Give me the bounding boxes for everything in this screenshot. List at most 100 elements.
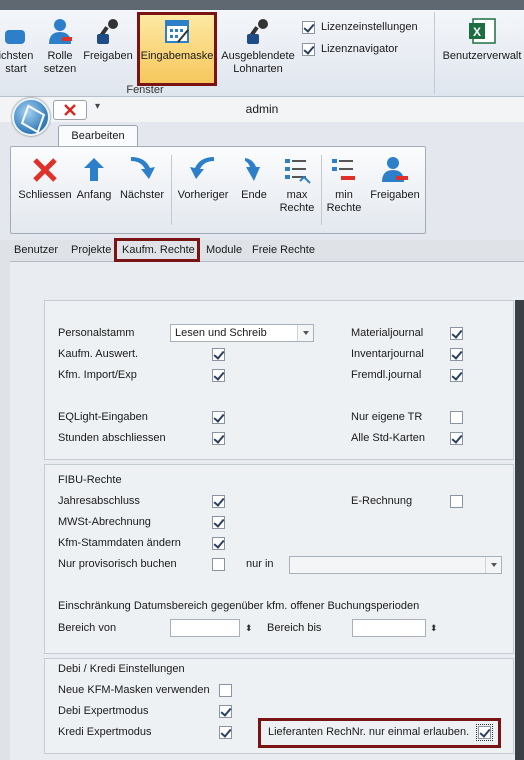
alle-std-karten-checkbox[interactable]	[450, 432, 463, 445]
materialjournal-checkbox[interactable]	[450, 327, 463, 340]
tab-module[interactable]: Module	[206, 244, 242, 256]
inventarjournal-label: Inventarjournal	[351, 348, 424, 360]
anfang-button[interactable]: Anfang	[73, 155, 115, 225]
e-rechnung-checkbox[interactable]	[450, 495, 463, 508]
lieferanten-rechnr-checkbox[interactable]	[476, 724, 493, 741]
debi-expertmodus-checkbox[interactable]	[219, 705, 232, 718]
nur-eigene-tr-checkbox[interactable]	[450, 411, 463, 424]
tab-bearbeiten[interactable]: Bearbeiten	[58, 125, 138, 147]
bereich-bis-spinner-icon[interactable]: ⬍	[430, 621, 438, 635]
lizenz-checks: Lizenzeinstellungen Lizenznavigator	[302, 16, 432, 60]
button-label: Ende	[241, 189, 267, 201]
neue-kfm-masken-checkbox[interactable]	[219, 684, 232, 697]
stunden-abschliessen-label: Stunden abschliessen	[58, 432, 166, 444]
freigaben-button[interactable]: Freigaben	[367, 155, 423, 225]
stunden-abschliessen-checkbox[interactable]	[212, 432, 225, 445]
nur-in-label: nur in	[246, 558, 274, 570]
button-label: Schliessen	[18, 189, 72, 201]
quick-access-dropdown-icon[interactable]: ▾	[95, 101, 100, 112]
excel-icon: X	[467, 16, 497, 46]
vorheriger-button[interactable]: Vorheriger	[173, 155, 233, 225]
kaufm-auswert-label: Kaufm. Auswert.	[58, 348, 139, 360]
chevron-down-icon[interactable]	[485, 557, 501, 573]
freigaben-top-button[interactable]: Freigaben	[82, 16, 134, 84]
button-label: max Rechte	[279, 189, 315, 214]
eqlight-eingaben-label: EQLight-Eingaben	[58, 411, 148, 423]
lizenzeinstellungen-check-row[interactable]: Lizenzeinstellungen	[302, 16, 432, 38]
nur-provisorisch-checkbox[interactable]	[212, 558, 225, 571]
inner-ribbon: Schliessen Anfang Nächster Vorheriger En…	[10, 146, 426, 234]
kaufm-auswert-checkbox[interactable]	[212, 348, 225, 361]
button-label: min Rechte	[326, 189, 362, 214]
naechster-button[interactable]: Nächster	[117, 155, 167, 225]
button-label: Nächster	[119, 189, 165, 201]
kredi-expertmodus-label: Kredi Expertmodus	[58, 726, 152, 738]
app-logo-icon[interactable]	[12, 98, 50, 136]
ende-button[interactable]: Ende	[235, 155, 273, 225]
fibu-title: FIBU-Rechte	[58, 474, 122, 486]
debi-expertmodus-label: Debi Expertmodus	[58, 705, 149, 717]
min-rechte-button[interactable]: min Rechte	[323, 155, 365, 225]
max-rechte-button[interactable]: max Rechte	[277, 155, 317, 225]
debi-kredi-title: Debi / Kredi Einstellungen	[58, 663, 185, 675]
lizenznavigator-checkbox[interactable]	[302, 42, 315, 56]
lizenzeinstellungen-checkbox[interactable]	[302, 20, 315, 34]
inventarjournal-checkbox[interactable]	[450, 348, 463, 361]
jahresabschluss-checkbox[interactable]	[212, 495, 225, 508]
group-label-fenster: Fenster	[126, 84, 164, 96]
ribbon-separator	[171, 155, 172, 225]
tab-freie-rechte[interactable]: Freie Rechte	[252, 244, 315, 256]
kfm-import-exp-label: Kfm. Import/Exp	[58, 369, 137, 381]
nur-provisorisch-label: Nur provisorisch buchen	[58, 558, 177, 570]
ribbon-separator	[321, 155, 322, 225]
lieferanten-rechnr-label: Lieferanten RechNr. nur einmal erlauben.	[268, 726, 470, 738]
kredi-expertmodus-checkbox[interactable]	[219, 726, 232, 739]
eingabemaske-button[interactable]: Eingabemaske	[137, 16, 217, 84]
arrow-up-icon	[79, 155, 109, 185]
button-label: ichsten start	[0, 50, 34, 75]
naechsten-start-button[interactable]: ichsten start	[0, 16, 40, 84]
key-lock-icon	[243, 16, 273, 46]
benutzerverwaltung-button[interactable]: X Benutzerverwalt	[440, 16, 524, 84]
rolle-setzen-button[interactable]: Rolle setzen	[42, 16, 78, 84]
date-restriction-text: Einschränkung Datumsbereich gegenüber kf…	[58, 600, 420, 612]
chevron-down-icon[interactable]	[297, 325, 313, 341]
arrow-right-icon	[127, 155, 157, 185]
fremdl-journal-checkbox[interactable]	[450, 369, 463, 382]
tab-benutzer[interactable]: Benutzer	[14, 244, 58, 256]
lizenznavigator-check-row[interactable]: Lizenznavigator	[302, 38, 432, 60]
close-icon	[30, 155, 60, 185]
title-strip	[0, 0, 524, 10]
calendar-form-icon	[162, 16, 192, 46]
alle-std-karten-label: Alle Std-Karten	[351, 432, 425, 444]
bereich-bis-input[interactable]	[352, 619, 426, 637]
ausgeblendete-lohnarten-button[interactable]: Ausgeblendete Lohnarten	[218, 16, 298, 84]
eqlight-eingaben-checkbox[interactable]	[212, 411, 225, 424]
tab-projekte[interactable]: Projekte	[71, 244, 111, 256]
rights-tabs: Benutzer Projekte Kaufm. Rechte Module F…	[10, 240, 524, 262]
bereich-von-spinner-icon[interactable]: ⬍	[245, 621, 253, 635]
window-edge	[515, 300, 524, 760]
schliessen-button[interactable]: Schliessen	[15, 155, 75, 225]
user-role-icon	[45, 16, 75, 46]
kaufm-tab-highlight	[114, 238, 200, 262]
materialjournal-label: Materialjournal	[351, 327, 424, 339]
e-rechnung-label: E-Rechnung	[351, 495, 413, 507]
kfm-import-exp-checkbox[interactable]	[212, 369, 225, 382]
list-minus-icon	[329, 155, 359, 185]
button-label: Freigaben	[370, 189, 420, 201]
jahresabschluss-label: Jahresabschluss	[58, 495, 140, 507]
key-lock-icon	[93, 16, 123, 46]
arrow-down-icon	[239, 155, 269, 185]
personalstamm-label: Personalstamm	[58, 327, 135, 339]
nur-in-select[interactable]	[289, 556, 502, 574]
kfm-stammdaten-label: Kfm-Stammdaten ändern	[58, 537, 181, 549]
check-label: Lizenzeinstellungen	[321, 21, 418, 33]
close-window-button[interactable]	[53, 100, 87, 120]
bereich-von-input[interactable]	[170, 619, 240, 637]
arrow-left-icon	[188, 155, 218, 185]
close-icon	[64, 104, 76, 116]
personalstamm-select[interactable]: Lesen und Schreib	[170, 324, 314, 342]
kfm-stammdaten-checkbox[interactable]	[212, 537, 225, 550]
mwst-abrechnung-checkbox[interactable]	[212, 516, 225, 529]
